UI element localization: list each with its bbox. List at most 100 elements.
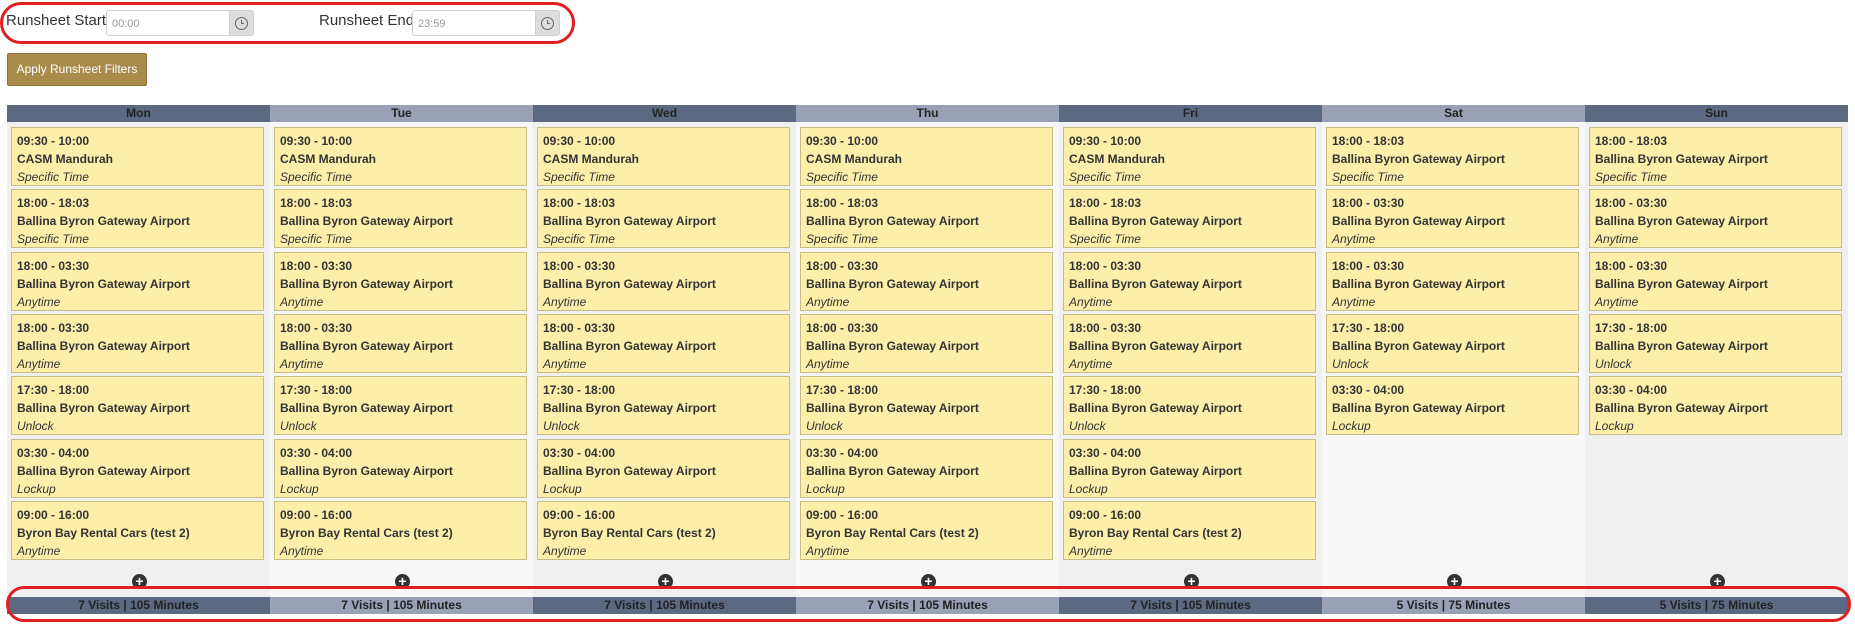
runsheet-start-input[interactable]: 00:00 bbox=[106, 10, 230, 36]
visit-type: Lockup bbox=[17, 481, 56, 496]
add-visit-icon[interactable]: + bbox=[395, 574, 410, 589]
visit-card[interactable]: 17:30 - 18:00 Ballina Byron Gateway Airpo… bbox=[274, 376, 527, 436]
visit-type: Anytime bbox=[280, 543, 324, 558]
visit-card[interactable]: 18:00 - 03:30 Ballina Byron Gateway Airpo… bbox=[274, 251, 527, 311]
add-visit-icon[interactable]: + bbox=[132, 574, 147, 589]
visit-card[interactable]: 18:00 - 03:30 Ballina Byron Gateway Airpo… bbox=[11, 251, 264, 311]
visit-card[interactable]: 17:30 - 18:00 Ballina Byron Gateway Airpo… bbox=[11, 376, 264, 436]
visit-time: 09:30 - 10:00 bbox=[1069, 134, 1142, 148]
visit-card[interactable]: 09:00 - 16:00 Byron Bay Rental Cars (test… bbox=[537, 500, 790, 560]
visit-card[interactable]: 18:00 - 03:30 Ballina Byron Gateway Airpo… bbox=[1589, 251, 1842, 311]
visit-type: Specific Time bbox=[280, 170, 352, 184]
visit-card[interactable]: 18:00 - 18:03 Ballina Byron Gateway Airpo… bbox=[274, 189, 527, 249]
visit-card[interactable]: 18:00 - 03:30 Ballina Byron Gateway Airpo… bbox=[1063, 251, 1316, 311]
visit-card[interactable]: 09:30 - 10:00 CASM Mandurah Specific Time bbox=[800, 127, 1053, 186]
visit-time: 17:30 - 18:00 bbox=[543, 383, 616, 398]
visit-card[interactable]: 03:30 - 04:00 Ballina Byron Gateway Airpo… bbox=[537, 438, 790, 498]
visit-card[interactable]: 03:30 - 04:00 Ballina Byron Gateway Airpo… bbox=[1063, 438, 1316, 498]
visit-site: Ballina Byron Gateway Airport bbox=[280, 338, 453, 353]
add-visit-icon[interactable]: + bbox=[658, 574, 673, 589]
visit-site: Ballina Byron Gateway Airport bbox=[1595, 338, 1768, 353]
visit-type: Unlock bbox=[806, 419, 843, 434]
visit-card[interactable]: 18:00 - 18:03 Ballina Byron Gateway Airpo… bbox=[800, 189, 1053, 249]
visit-site: Ballina Byron Gateway Airport bbox=[1069, 463, 1242, 478]
visit-time: 18:00 - 18:03 bbox=[806, 196, 879, 211]
visit-site: Ballina Byron Gateway Airport bbox=[1595, 214, 1768, 229]
visit-type: Specific Time bbox=[806, 170, 878, 184]
visit-card[interactable]: 09:00 - 16:00 Byron Bay Rental Cars (test… bbox=[11, 500, 264, 560]
runsheet-end-picker-button[interactable] bbox=[536, 10, 560, 36]
visit-card[interactable]: 18:00 - 18:03 Ballina Byron Gateway Airpo… bbox=[537, 189, 790, 249]
visit-time: 18:00 - 18:03 bbox=[1595, 134, 1668, 148]
visit-card[interactable]: 09:00 - 16:00 Byron Bay Rental Cars (test… bbox=[800, 500, 1053, 560]
visit-site: Ballina Byron Gateway Airport bbox=[1069, 401, 1242, 416]
visit-site: Ballina Byron Gateway Airport bbox=[806, 214, 979, 229]
visit-card[interactable]: 18:00 - 03:30 Ballina Byron Gateway Airpo… bbox=[11, 313, 264, 373]
visit-type: Unlock bbox=[17, 419, 54, 434]
visit-site: CASM Mandurah bbox=[280, 152, 376, 166]
visit-site: Ballina Byron Gateway Airport bbox=[543, 276, 716, 291]
visit-site: Byron Bay Rental Cars (test 2) bbox=[806, 525, 979, 540]
visit-card[interactable]: 03:30 - 04:00 Ballina Byron Gateway Airpo… bbox=[1326, 376, 1579, 436]
visit-card[interactable]: 18:00 - 18:03 Ballina Byron Gateway Airpo… bbox=[11, 189, 264, 249]
visit-card[interactable]: 03:30 - 04:00 Ballina Byron Gateway Airpo… bbox=[800, 438, 1053, 498]
visit-time: 03:30 - 04:00 bbox=[280, 445, 353, 460]
visit-site: Byron Bay Rental Cars (test 2) bbox=[17, 525, 190, 540]
visit-card[interactable]: 18:00 - 18:03 Ballina Byron Gateway Airpo… bbox=[1326, 127, 1579, 186]
add-visit-icon[interactable]: + bbox=[1710, 574, 1725, 589]
visit-card[interactable]: 09:00 - 16:00 Byron Bay Rental Cars (test… bbox=[1063, 500, 1316, 560]
visit-card[interactable]: 09:30 - 10:00 CASM Mandurah Specific Time bbox=[274, 127, 527, 186]
day-summary: 5 Visits | 75 Minutes bbox=[1322, 597, 1585, 614]
visit-site: CASM Mandurah bbox=[543, 152, 639, 166]
visit-card[interactable]: 18:00 - 03:30 Ballina Byron Gateway Airpo… bbox=[1063, 313, 1316, 373]
visit-site: Ballina Byron Gateway Airport bbox=[17, 338, 190, 353]
visit-card[interactable]: 17:30 - 18:00 Ballina Byron Gateway Airpo… bbox=[537, 376, 790, 436]
visit-type: Specific Time bbox=[17, 170, 89, 184]
apply-runsheet-filters-button[interactable]: Apply Runsheet Filters bbox=[7, 53, 147, 86]
visit-time: 18:00 - 18:03 bbox=[17, 196, 90, 211]
add-visit-icon[interactable]: + bbox=[921, 574, 936, 589]
runsheet-end-input[interactable]: 23:59 bbox=[412, 10, 536, 36]
runsheet-end-label: Runsheet End bbox=[319, 12, 415, 29]
visit-card[interactable]: 17:30 - 18:00 Ballina Byron Gateway Airpo… bbox=[1063, 376, 1316, 436]
visit-card[interactable]: 03:30 - 04:00 Ballina Byron Gateway Airpo… bbox=[274, 438, 527, 498]
visit-time: 09:30 - 10:00 bbox=[543, 134, 616, 148]
visit-card[interactable]: 18:00 - 03:30 Ballina Byron Gateway Airpo… bbox=[274, 313, 527, 373]
runsheet-start-picker-button[interactable] bbox=[230, 10, 254, 36]
visit-card[interactable]: 09:30 - 10:00 CASM Mandurah Specific Time bbox=[1063, 127, 1316, 186]
day-column-wed: Wed 09:30 - 10:00 CASM Mandurah Specific Ti… bbox=[533, 105, 796, 614]
visit-card[interactable]: 17:30 - 18:00 Ballina Byron Gateway Airpo… bbox=[1326, 313, 1579, 373]
visit-type: Anytime bbox=[806, 294, 850, 309]
visit-card[interactable]: 18:00 - 18:03 Ballina Byron Gateway Airpo… bbox=[1589, 127, 1842, 186]
visit-card[interactable]: 18:00 - 03:30 Ballina Byron Gateway Airpo… bbox=[800, 251, 1053, 311]
visit-card[interactable]: 09:30 - 10:00 CASM Mandurah Specific Time bbox=[11, 127, 264, 186]
visit-card[interactable]: 03:30 - 04:00 Ballina Byron Gateway Airpo… bbox=[1589, 376, 1842, 436]
visit-type: Anytime bbox=[543, 543, 587, 558]
visit-type: Anytime bbox=[806, 356, 850, 371]
visit-card[interactable]: 03:30 - 04:00 Ballina Byron Gateway Airpo… bbox=[11, 438, 264, 498]
visit-card[interactable]: 18:00 - 18:03 Ballina Byron Gateway Airpo… bbox=[1063, 189, 1316, 249]
visit-type: Anytime bbox=[1332, 232, 1376, 247]
visit-card[interactable]: 17:30 - 18:00 Ballina Byron Gateway Airpo… bbox=[1589, 313, 1842, 373]
visit-time: 18:00 - 03:30 bbox=[17, 320, 90, 335]
visit-time: 18:00 - 03:30 bbox=[280, 320, 353, 335]
visit-time: 18:00 - 18:03 bbox=[280, 196, 353, 211]
visit-site: Ballina Byron Gateway Airport bbox=[806, 276, 979, 291]
visit-site: Ballina Byron Gateway Airport bbox=[17, 463, 190, 478]
visit-card[interactable]: 09:00 - 16:00 Byron Bay Rental Cars (test… bbox=[274, 500, 527, 560]
visit-card[interactable]: 18:00 - 03:30 Ballina Byron Gateway Airpo… bbox=[1326, 189, 1579, 249]
visit-card[interactable]: 18:00 - 03:30 Ballina Byron Gateway Airpo… bbox=[800, 313, 1053, 373]
visit-card[interactable]: 18:00 - 03:30 Ballina Byron Gateway Airpo… bbox=[1326, 251, 1579, 311]
add-visit-icon[interactable]: + bbox=[1447, 574, 1462, 589]
visit-type: Lockup bbox=[806, 481, 845, 496]
visit-site: Ballina Byron Gateway Airport bbox=[1332, 401, 1505, 416]
visit-card[interactable]: 18:00 - 03:30 Ballina Byron Gateway Airpo… bbox=[1589, 189, 1842, 249]
visit-time: 18:00 - 03:30 bbox=[1069, 258, 1142, 273]
visit-card[interactable]: 18:00 - 03:30 Ballina Byron Gateway Airpo… bbox=[537, 313, 790, 373]
visit-time: 17:30 - 18:00 bbox=[1332, 320, 1405, 335]
day-column-thu: Thu 09:30 - 10:00 CASM Mandurah Specific Ti… bbox=[796, 105, 1059, 614]
visit-card[interactable]: 18:00 - 03:30 Ballina Byron Gateway Airpo… bbox=[537, 251, 790, 311]
visit-card[interactable]: 09:30 - 10:00 CASM Mandurah Specific Time bbox=[537, 127, 790, 186]
add-visit-icon[interactable]: + bbox=[1184, 574, 1199, 589]
visit-card[interactable]: 17:30 - 18:00 Ballina Byron Gateway Airpo… bbox=[800, 376, 1053, 436]
